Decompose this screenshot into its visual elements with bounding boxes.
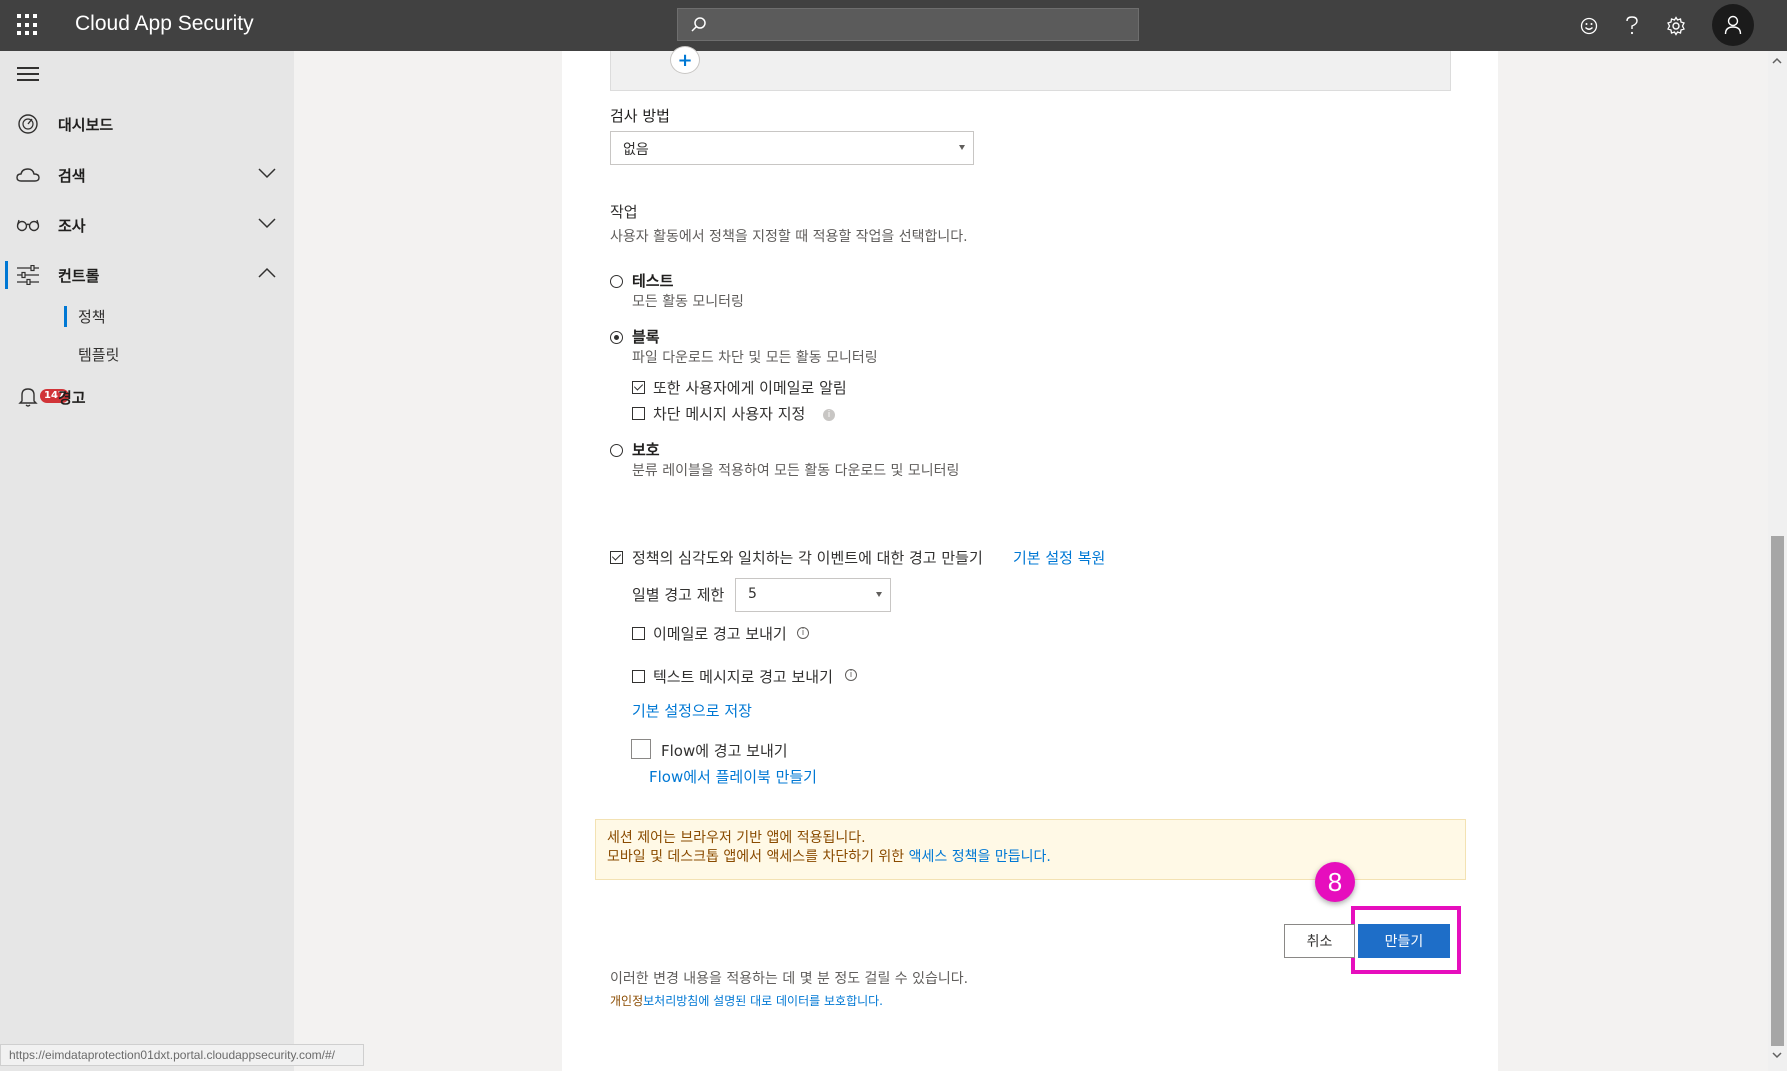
- sidebar-item-label: 컨트롤: [58, 266, 100, 285]
- action-test-title: 테스트: [632, 272, 674, 290]
- action-test-radio[interactable]: [610, 275, 623, 288]
- notice-line-1: 세션 제어는 브라우저 기반 앱에 적용됩니다.: [607, 830, 866, 846]
- privacy-link[interactable]: 보처리방침에 설명된 대로 데이터를 보호합니다.: [643, 994, 883, 1008]
- cancel-button[interactable]: 취소: [1284, 924, 1355, 958]
- sidebar-item-investigate[interactable]: 조사: [0, 205, 294, 245]
- save-as-default-link[interactable]: 기본 설정으로 저장: [632, 700, 752, 721]
- glasses-icon: [16, 215, 40, 235]
- sms-alert-checkbox[interactable]: [632, 670, 645, 683]
- access-policy-link[interactable]: 액세스 정책을 만듭니다.: [909, 849, 1051, 865]
- action-test-description: 모든 활동 모니터링: [632, 294, 744, 310]
- inspection-method-select[interactable]: 없음: [610, 131, 974, 165]
- search-input[interactable]: [718, 13, 1118, 37]
- daily-alert-limit-label: 일별 경고 제한: [632, 586, 725, 604]
- status-bar-url: https://eimdataprotection01dxt.portal.cl…: [0, 1044, 364, 1066]
- info-icon[interactable]: i: [845, 669, 857, 681]
- person-icon: [1724, 15, 1742, 35]
- dashboard-icon: [16, 114, 40, 134]
- help-icon[interactable]: [1620, 14, 1644, 38]
- account-avatar[interactable]: [1712, 4, 1754, 46]
- dropdown-caret-icon: [959, 145, 965, 150]
- sidebar-item-dashboard[interactable]: 대시보드: [0, 104, 294, 144]
- notice-line-2-text: 모바일 및 데스크톱 앱에서 액세스를 차단하기 위한: [607, 849, 909, 865]
- sidebar-item-control[interactable]: 컨트롤: [0, 255, 294, 295]
- add-filter-button[interactable]: +: [670, 46, 700, 74]
- top-bar: Cloud App Security: [0, 0, 1787, 51]
- sidebar: 대시보드 검색 조사 컨트롤 정책 템플릿 147 경고: [0, 51, 294, 1071]
- app-title[interactable]: Cloud App Security: [75, 12, 254, 36]
- actions-title: 작업: [610, 203, 638, 221]
- customize-block-message-label: 차단 메시지 사용자 지정: [653, 405, 806, 423]
- flow-playbook-link[interactable]: Flow에서 플레이북 만들기: [649, 766, 817, 787]
- cloud-icon: [16, 165, 40, 185]
- restore-defaults-link[interactable]: 기본 설정 복원: [1013, 547, 1105, 568]
- email-alert-label: 이메일로 경고 보내기: [653, 625, 787, 643]
- action-protect-description: 분류 레이블을 적용하여 모든 활동 다운로드 및 모니터링: [632, 463, 960, 479]
- actions-description: 사용자 활동에서 정책을 지정할 때 적용할 작업을 선택합니다.: [610, 229, 968, 245]
- scroll-down-arrow-icon[interactable]: [1772, 1050, 1782, 1060]
- sidebar-item-label: 조사: [58, 216, 86, 235]
- daily-alert-limit-select[interactable]: 5: [735, 578, 891, 612]
- bell-icon: 147: [16, 387, 69, 407]
- sidebar-subitem-templates[interactable]: 템플릿: [78, 344, 119, 365]
- chevron-down-icon: [258, 218, 276, 229]
- gear-icon[interactable]: [1664, 14, 1688, 38]
- sidebar-item-alerts[interactable]: 147 경고: [0, 377, 294, 417]
- action-protect-title: 보호: [632, 441, 660, 459]
- sidebar-item-label: 대시보드: [58, 115, 114, 134]
- info-icon[interactable]: i: [797, 627, 809, 639]
- app-launcher-icon[interactable]: [17, 14, 39, 36]
- chevron-up-icon: [258, 267, 276, 278]
- create-alert-label: 정책의 심각도와 일치하는 각 이벤트에 대한 경고 만들기: [632, 549, 983, 567]
- smiley-icon[interactable]: [1577, 14, 1601, 38]
- inspection-method-label: 검사 방법: [610, 107, 670, 125]
- info-icon[interactable]: i: [823, 409, 835, 421]
- create-button[interactable]: 만들기: [1358, 924, 1450, 958]
- inspection-method-value: 없음: [623, 142, 649, 158]
- sliders-icon: [16, 265, 40, 285]
- sidebar-item-label: 검색: [58, 166, 86, 185]
- step-number-badge: 8: [1315, 862, 1355, 902]
- privacy-text: 개인정: [610, 994, 644, 1008]
- search-box[interactable]: [677, 8, 1139, 41]
- customize-block-message-checkbox[interactable]: [632, 407, 645, 420]
- plus-icon: +: [677, 49, 693, 71]
- action-block-title: 블록: [632, 328, 660, 346]
- action-protect-radio[interactable]: [610, 444, 623, 457]
- notify-user-email-label: 또한 사용자에게 이메일로 알림: [653, 379, 847, 397]
- notify-user-email-checkbox[interactable]: [632, 381, 645, 394]
- flow-alert-label: Flow에 경고 보내기: [661, 742, 788, 760]
- hamburger-menu-icon[interactable]: [17, 67, 39, 83]
- flow-alert-checkbox[interactable]: [631, 739, 651, 759]
- privacy-statement: 개인정보처리방침에 설명된 대로 데이터를 보호합니다.: [610, 992, 883, 1009]
- sidebar-item-discover[interactable]: 검색: [0, 155, 294, 195]
- email-alert-checkbox[interactable]: [632, 627, 645, 640]
- sidebar-item-label: 경고: [58, 388, 86, 407]
- sms-alert-label: 텍스트 메시지로 경고 보내기: [653, 668, 833, 686]
- dropdown-caret-icon: [876, 592, 882, 597]
- scroll-up-arrow-icon[interactable]: [1772, 56, 1782, 66]
- chevron-down-icon: [258, 168, 276, 179]
- search-icon: [691, 17, 706, 32]
- apply-delay-note: 이러한 변경 내용을 적용하는 데 몇 분 정도 걸릴 수 있습니다.: [610, 971, 969, 987]
- scrollbar-thumb[interactable]: [1771, 536, 1784, 1046]
- sidebar-subitem-policies[interactable]: 정책: [64, 306, 106, 327]
- daily-alert-limit-value: 5: [748, 586, 757, 602]
- action-block-radio[interactable]: [610, 331, 623, 344]
- action-block-description: 파일 다운로드 차단 및 모든 활동 모니터링: [632, 350, 878, 366]
- filter-container: [610, 51, 1451, 91]
- create-alert-checkbox[interactable]: [610, 551, 623, 564]
